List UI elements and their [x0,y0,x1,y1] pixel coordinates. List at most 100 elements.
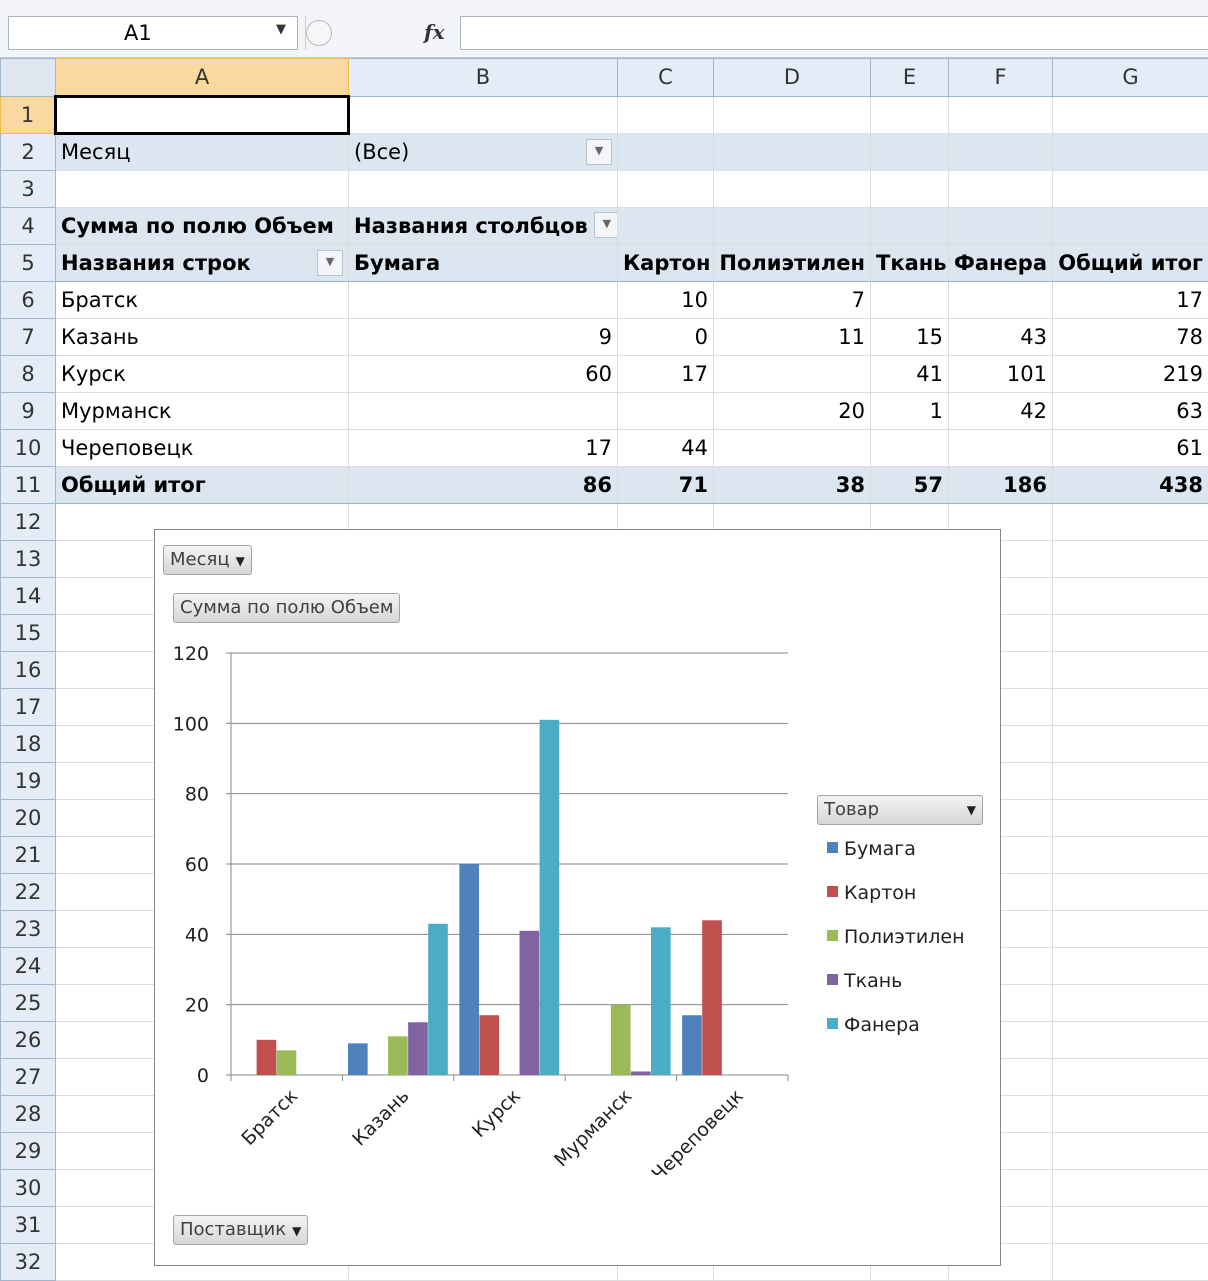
cell-c3[interactable] [618,171,714,208]
cell-f10[interactable] [949,430,1053,467]
month-filter-button[interactable]: Месяц▼ [163,545,252,575]
axis-field-button[interactable]: Поставщик▼ [173,1215,308,1245]
cell-g26[interactable] [1053,1022,1208,1059]
cell-a1[interactable] [56,97,349,134]
row-header[interactable]: 8 [1,356,56,393]
cell-a11[interactable]: Общий итог [56,467,349,504]
cell-e6[interactable] [871,282,949,319]
row-header[interactable]: 27 [1,1059,56,1096]
column-labels-dropdown[interactable]: ▼ [594,212,618,238]
row-header[interactable]: 29 [1,1133,56,1170]
select-all-corner[interactable] [1,59,56,97]
row-header[interactable]: 3 [1,171,56,208]
row-header[interactable]: 12 [1,504,56,541]
cell-g21[interactable] [1053,837,1208,874]
cell-a7[interactable]: Казань [56,319,349,356]
cell-c2[interactable] [618,134,714,171]
cell-b9[interactable] [349,393,618,430]
row-header[interactable]: 31 [1,1207,56,1244]
row-header[interactable]: 19 [1,763,56,800]
cell-a10[interactable]: Череповецк [56,430,349,467]
cell-b5[interactable]: Бумага [349,245,618,282]
cell-g13[interactable] [1053,541,1208,578]
cell-e5[interactable]: Ткань [871,245,949,282]
pivot-chart[interactable]: 020406080100120БратскКазаньКурскМурманск… [154,529,1001,1266]
row-labels-dropdown[interactable]: ▼ [317,250,343,276]
cell-d10[interactable] [714,430,871,467]
legend-field-button[interactable]: Товар▼ [817,795,983,825]
cell-g27[interactable] [1053,1059,1208,1096]
cell-b7[interactable]: 9 [349,319,618,356]
cell-a4[interactable]: Сумма по полю Объем [56,208,349,245]
cell-c4[interactable] [618,208,714,245]
cell-f11[interactable]: 186 [949,467,1053,504]
name-box[interactable]: A1 [8,16,298,50]
cell-b11[interactable]: 86 [349,467,618,504]
cell-c5[interactable]: Картон [618,245,714,282]
cell-g4[interactable] [1053,208,1208,245]
cell-c10[interactable]: 44 [618,430,714,467]
column-header-b[interactable]: B [349,59,618,97]
cell-g17[interactable] [1053,689,1208,726]
row-header[interactable]: 1 [1,97,56,134]
row-header[interactable]: 15 [1,615,56,652]
row-header[interactable]: 20 [1,800,56,837]
cell-g25[interactable] [1053,985,1208,1022]
chevron-down-icon[interactable]: ▼ [276,22,286,37]
cell-g24[interactable] [1053,948,1208,985]
cell-g18[interactable] [1053,726,1208,763]
cell-b1[interactable] [349,97,618,134]
column-header-a[interactable]: A [56,59,349,97]
row-header[interactable]: 23 [1,911,56,948]
cell-b3[interactable] [349,171,618,208]
row-header[interactable]: 14 [1,578,56,615]
formula-input[interactable] [460,16,1208,50]
row-header[interactable]: 25 [1,985,56,1022]
cell-g3[interactable] [1053,171,1208,208]
cell-a5[interactable]: Названия строк▼ [56,245,349,282]
cell-a8[interactable]: Курск [56,356,349,393]
cell-f1[interactable] [949,97,1053,134]
cell-a6[interactable]: Братск [56,282,349,319]
cell-f6[interactable] [949,282,1053,319]
cell-b2[interactable]: (Все)▼ [349,134,618,171]
cell-e1[interactable] [871,97,949,134]
cell-e4[interactable] [871,208,949,245]
cell-g23[interactable] [1053,911,1208,948]
expand-icon[interactable] [306,20,332,46]
cell-f8[interactable]: 101 [949,356,1053,393]
cell-g30[interactable] [1053,1170,1208,1207]
cell-d4[interactable] [714,208,871,245]
cell-d11[interactable]: 38 [714,467,871,504]
cell-f5[interactable]: Фанера [949,245,1053,282]
cell-d3[interactable] [714,171,871,208]
cell-c11[interactable]: 71 [618,467,714,504]
cell-d5[interactable]: Полиэтилен [714,245,871,282]
row-header[interactable]: 10 [1,430,56,467]
cell-g15[interactable] [1053,615,1208,652]
cell-c6[interactable]: 10 [618,282,714,319]
cell-f7[interactable]: 43 [949,319,1053,356]
cell-g31[interactable] [1053,1207,1208,1244]
row-header[interactable]: 32 [1,1244,56,1281]
cell-b6[interactable] [349,282,618,319]
column-header-g[interactable]: G [1053,59,1208,97]
cell-g9[interactable]: 63 [1053,393,1208,430]
row-header[interactable]: 5 [1,245,56,282]
cell-d9[interactable]: 20 [714,393,871,430]
cell-g16[interactable] [1053,652,1208,689]
row-header[interactable]: 4 [1,208,56,245]
cell-g32[interactable] [1053,1244,1208,1281]
row-header[interactable]: 22 [1,874,56,911]
cell-g14[interactable] [1053,578,1208,615]
cell-d6[interactable]: 7 [714,282,871,319]
row-header[interactable]: 13 [1,541,56,578]
cell-d1[interactable] [714,97,871,134]
month-filter-dropdown[interactable]: ▼ [586,139,612,165]
cell-f9[interactable]: 42 [949,393,1053,430]
column-header-f[interactable]: F [949,59,1053,97]
cell-b10[interactable]: 17 [349,430,618,467]
cell-g22[interactable] [1053,874,1208,911]
cell-e9[interactable]: 1 [871,393,949,430]
cell-b4[interactable]: Названия столбцов▼ [349,208,618,245]
